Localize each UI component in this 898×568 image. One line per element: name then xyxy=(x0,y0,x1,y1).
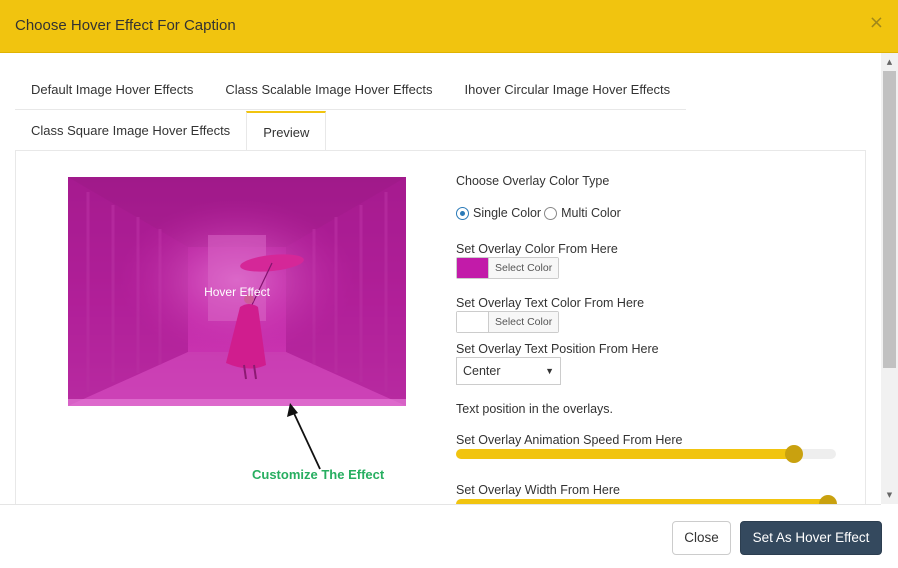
animation-speed-label: Set Overlay Animation Speed From Here xyxy=(456,433,683,447)
preview-image[interactable]: Hover Effect xyxy=(68,177,406,406)
text-position-select[interactable]: Center ▼ xyxy=(456,357,561,385)
scroll-up-arrow-icon[interactable]: ▲ xyxy=(881,58,898,66)
overlay-text-color-select-button[interactable]: Select Color xyxy=(489,312,559,332)
close-icon[interactable]: × xyxy=(869,14,884,32)
set-as-hover-effect-button[interactable]: Set As Hover Effect xyxy=(740,521,882,555)
overlay-color-picker[interactable]: Select Color xyxy=(456,257,560,279)
scrollbar-thumb[interactable] xyxy=(883,71,896,368)
tab-class-scalable-image-hover-effects[interactable]: Class Scalable Image Hover Effects xyxy=(209,70,449,110)
text-position-label: Set Overlay Text Position From Here xyxy=(456,342,659,356)
chevron-down-icon: ▼ xyxy=(545,366,554,376)
scroll-down-arrow-icon[interactable]: ▼ xyxy=(881,491,898,499)
overlay-text-color-swatch[interactable] xyxy=(457,312,489,332)
modal-footer: Close Set As Hover Effect xyxy=(0,504,882,568)
overlay-caption-text: Hover Effect xyxy=(204,285,270,299)
animation-speed-fill xyxy=(456,449,795,459)
modal-title: Choose Hover Effect For Caption xyxy=(15,17,236,34)
customize-effect-annotation: Customize The Effect xyxy=(252,467,385,482)
animation-speed-handle[interactable] xyxy=(785,445,804,463)
multi-color-label: Multi Color xyxy=(561,206,621,220)
multi-color-radio[interactable] xyxy=(544,206,558,220)
single-color-radio[interactable] xyxy=(456,206,469,220)
text-position-value: Center xyxy=(463,364,501,378)
overlay-color-swatch[interactable] xyxy=(457,258,489,278)
tab-content-preview: Hover Effect Customize The Effect Choose… xyxy=(15,150,866,510)
overlay-text-color-label: Set Overlay Text Color From Here xyxy=(456,296,645,310)
tab-bar-row-1: Default Image Hover Effects Class Scalab… xyxy=(15,70,687,110)
text-position-help: Text position in the overlays. xyxy=(456,402,614,416)
tab-ihover-circular-image-hover-effects[interactable]: Ihover Circular Image Hover Effects xyxy=(448,70,687,110)
overlay-color-select-button[interactable]: Select Color xyxy=(489,258,559,278)
single-color-label: Single Color xyxy=(473,206,542,220)
close-button[interactable]: Close xyxy=(672,521,731,555)
tab-preview[interactable]: Preview xyxy=(246,111,327,151)
animation-speed-slider[interactable] xyxy=(456,445,836,463)
overlay-color-type-label: Choose Overlay Color Type xyxy=(456,174,610,188)
tab-bar-row-2: Class Square Image Hover Effects Preview xyxy=(15,111,327,151)
overlay-text-color-picker[interactable]: Select Color xyxy=(456,311,560,333)
tab-class-square-image-hover-effects[interactable]: Class Square Image Hover Effects xyxy=(15,111,247,151)
overlay-width-label: Set Overlay Width From Here xyxy=(456,483,620,497)
overlay-color-label: Set Overlay Color From Here xyxy=(456,242,618,256)
overlay-color-type-radio-group: Single Color Multi Color xyxy=(456,206,621,220)
modal-header: Choose Hover Effect For Caption × xyxy=(0,0,898,53)
tab-default-image-hover-effects[interactable]: Default Image Hover Effects xyxy=(15,70,210,110)
modal-scrollbar[interactable]: ▲ ▼ xyxy=(881,53,898,504)
annotation-arrow-icon xyxy=(287,403,321,470)
